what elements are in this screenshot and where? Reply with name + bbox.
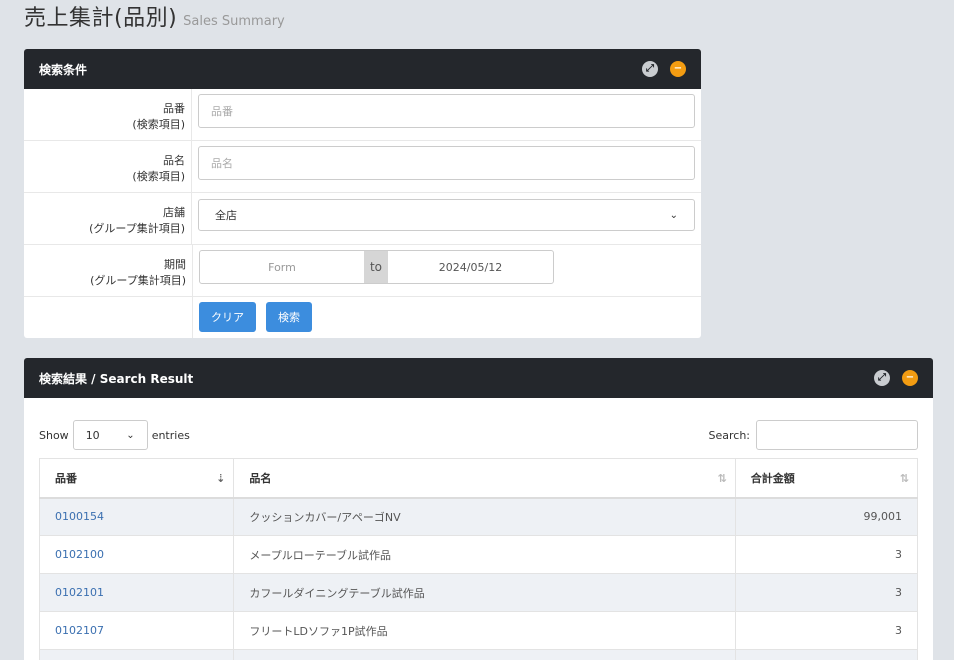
field-label-main: 品名 <box>163 154 185 167</box>
field-label-sub: (グループ集計項目) <box>90 274 186 287</box>
cell-code[interactable]: 0102101 <box>38 573 235 612</box>
field-label: 期間 (グループ集計項目) <box>24 245 193 296</box>
field-label-main: 品番 <box>163 102 185 115</box>
field-label-main: 期間 <box>164 258 186 271</box>
chevron-down-icon: ⌄ <box>126 429 135 441</box>
field-label: 店舗 (グループ集計項目) <box>24 193 192 244</box>
cell-name: カフールダイニングテーブル試作品 <box>233 573 736 612</box>
show-label: Show <box>39 428 69 442</box>
date-range-separator: to <box>364 251 388 283</box>
table-row: 0102107 フリートLDソファ1P試作品 3 <box>38 611 919 650</box>
collapse-icon[interactable]: − <box>902 370 918 386</box>
form-row-code: 品番 (検索項目) <box>24 89 701 141</box>
table-row: 0100154 クッションカバー/アペーゴNV 99,001 <box>38 497 919 536</box>
search-panel: 検索条件 ⤢ − 品番 (検索項目) 品名 (検索項目) 店舗 (グループ集計項… <box>24 49 701 338</box>
column-header-label: 品名 <box>249 471 272 485</box>
form-row-name: 品名 (検索項目) <box>24 141 701 193</box>
code-input[interactable] <box>198 94 695 128</box>
field-label-main: 店舗 <box>163 206 185 219</box>
table-header-row: 品番 ⇣ 品名 ⇅ 合計金額 ⇅ <box>38 458 919 499</box>
page-title: 売上集計(品別) Sales Summary <box>24 0 285 34</box>
cell-amount: 3 <box>734 573 919 612</box>
table-row: 0102100 メープルローテーブル試作品 3 <box>38 535 919 574</box>
search-panel-header: 検索条件 ⤢ − <box>24 49 701 89</box>
table-controls: Show 10 ⌄ entries Search: <box>24 398 933 457</box>
column-header-amount[interactable]: 合計金額 ⇅ <box>734 458 919 499</box>
page-title-main: 売上集計(品別) <box>24 6 178 31</box>
name-input[interactable] <box>198 146 695 180</box>
cell-name: クッションカバー/アペーゴNV <box>233 497 736 536</box>
chevron-down-icon: ⌄ <box>669 209 678 221</box>
table-search-label: Search: <box>708 428 751 442</box>
form-row-store: 店舗 (グループ集計項目) 全店 ⌄ <box>24 193 701 245</box>
expand-icon[interactable]: ⤢ <box>874 370 890 386</box>
entries-select[interactable]: 10 ⌄ <box>72 420 148 450</box>
search-panel-title: 検索条件 <box>39 62 88 77</box>
result-table: 品番 ⇣ 品名 ⇅ 合計金額 ⇅ 0100154 クッションカバー/アペーゴNV… <box>38 458 919 660</box>
cell-code <box>38 649 235 660</box>
column-header-code[interactable]: 品番 ⇣ <box>38 458 235 499</box>
cell-name: フリートLDソファ1P試作品 <box>233 611 736 650</box>
sort-icon: ⇅ <box>899 472 909 485</box>
entries-select-value: 10 <box>85 428 100 442</box>
store-select-value: 全店 <box>215 209 237 222</box>
field-label-sub: (グループ集計項目) <box>89 222 185 235</box>
search-button[interactable]: 検索 <box>266 302 312 332</box>
cell-name: メープルローテーブル試作品 <box>233 535 736 574</box>
field-label: 品番 (検索項目) <box>24 89 192 140</box>
entries-control: Show 10 ⌄ entries <box>39 420 190 450</box>
table-row <box>38 649 919 660</box>
cell-code[interactable]: 0100154 <box>38 497 235 536</box>
sort-icon: ⇅ <box>717 472 727 485</box>
result-panel-title: 検索結果 / Search Result <box>39 371 194 386</box>
form-row-actions: クリア 検索 <box>24 297 701 338</box>
form-row-period: 期間 (グループ集計項目) Form to 2024/05/12 <box>24 245 701 297</box>
cell-amount: 99,001 <box>734 497 919 536</box>
field-label-sub: (検索項目) <box>132 170 185 183</box>
result-panel: 検索結果 / Search Result ⤢ − Show 10 ⌄ entri… <box>24 358 933 660</box>
page-title-sub: Sales Summary <box>183 14 285 29</box>
column-header-label: 品番 <box>55 471 77 485</box>
entries-label: entries <box>151 428 190 442</box>
expand-icon[interactable]: ⤢ <box>642 61 658 77</box>
collapse-icon[interactable]: − <box>670 61 686 77</box>
actions-label-cell <box>24 297 193 338</box>
clear-button[interactable]: クリア <box>199 302 256 332</box>
store-select[interactable]: 全店 ⌄ <box>198 199 695 231</box>
cell-amount: 3 <box>734 535 919 574</box>
cell-amount: 3 <box>734 611 919 650</box>
sort-asc-icon: ⇣ <box>216 472 226 485</box>
cell-code[interactable]: 0102107 <box>38 611 235 650</box>
result-panel-header: 検索結果 / Search Result ⤢ − <box>24 358 933 398</box>
field-label-sub: (検索項目) <box>132 118 185 131</box>
cell-amount <box>734 649 919 660</box>
table-search-control: Search: <box>708 420 918 450</box>
date-range: Form to 2024/05/12 <box>199 250 554 284</box>
date-from-input[interactable]: Form <box>200 251 364 283</box>
cell-code[interactable]: 0102100 <box>38 535 235 574</box>
date-to-input[interactable]: 2024/05/12 <box>388 251 553 283</box>
table-row: 0102101 カフールダイニングテーブル試作品 3 <box>38 573 919 612</box>
column-header-name[interactable]: 品名 ⇅ <box>233 458 736 499</box>
table-search-input[interactable] <box>756 420 918 450</box>
column-header-label: 合計金額 <box>750 471 795 485</box>
field-label: 品名 (検索項目) <box>24 141 192 192</box>
cell-name <box>233 649 736 660</box>
